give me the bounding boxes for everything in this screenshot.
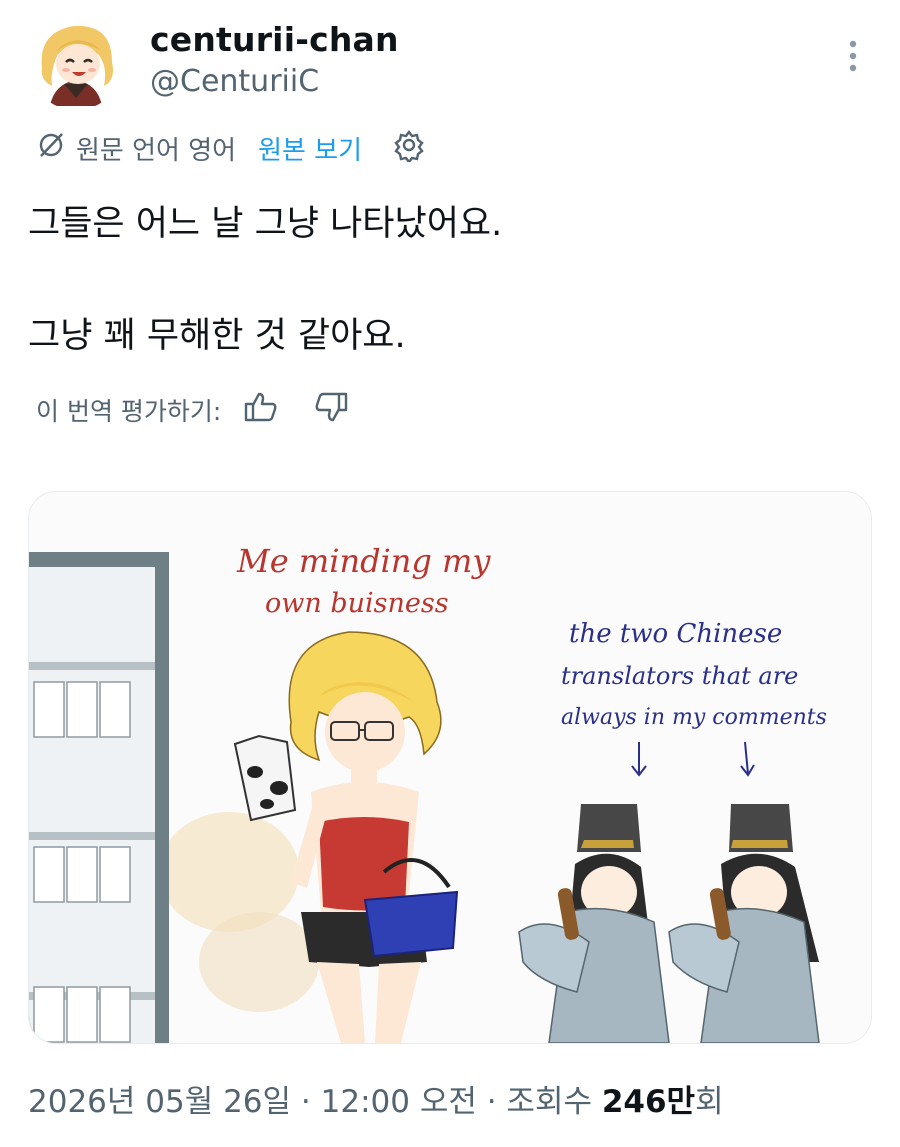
show-original-link[interactable]: 원본 보기 (258, 130, 362, 167)
caption-right-line: translators that are (561, 662, 798, 690)
tweet-text: 그들은 어느 날 그냥 나타났어요. 그냥 꽤 무해한 것 같아요. (28, 196, 868, 364)
caption-left-line: own buisness (265, 588, 449, 619)
fridge-shelf (29, 552, 169, 1043)
gear-icon[interactable] (392, 128, 426, 169)
more-options-icon[interactable] (838, 36, 868, 76)
tweet-line: 그들은 어느 날 그냥 나타났어요. (28, 204, 503, 244)
translation-bar: 원문 언어 영어 원본 보기 (36, 128, 426, 168)
thumbs-down-icon[interactable] (313, 390, 349, 430)
thumbs-up-icon[interactable] (243, 390, 279, 430)
caption-right-line: always in my comments (561, 705, 827, 730)
post-time[interactable]: 12:00 오전 (321, 1084, 477, 1120)
avatar-image (28, 14, 124, 110)
separator: · (291, 1084, 321, 1120)
rate-translation-label: 이 번역 평가하기: (36, 397, 222, 426)
post-date[interactable]: 2026년 05월 26일 (28, 1084, 291, 1120)
display-name[interactable]: centurii-chan (150, 20, 399, 59)
tweet-media-image[interactable]: Me minding my own buisness the two Chine… (28, 491, 872, 1044)
rate-translation: 이 번역 평가하기: (36, 388, 349, 432)
comic-illustration: Me minding my own buisness the two Chine… (29, 492, 871, 1043)
views-suffix: 회 (695, 1084, 724, 1120)
caption-right-line: the two Chinese (569, 619, 782, 649)
separator: · (476, 1084, 507, 1120)
views-label: 조회수 (506, 1084, 602, 1120)
tweet-line: 그냥 꽤 무해한 것 같아요. (28, 316, 406, 356)
avatar[interactable] (28, 14, 124, 110)
tweet-metadata: 2026년 05월 26일 · 12:00 오전 · 조회수 246만회 (28, 1076, 724, 1121)
views-count: 246만 (601, 1084, 696, 1120)
translate-icon (36, 130, 66, 167)
source-language-label: 원문 언어 영어 (76, 135, 237, 166)
user-handle[interactable]: @CenturiiC (150, 64, 319, 99)
caption-left-line: Me minding my (236, 542, 491, 580)
